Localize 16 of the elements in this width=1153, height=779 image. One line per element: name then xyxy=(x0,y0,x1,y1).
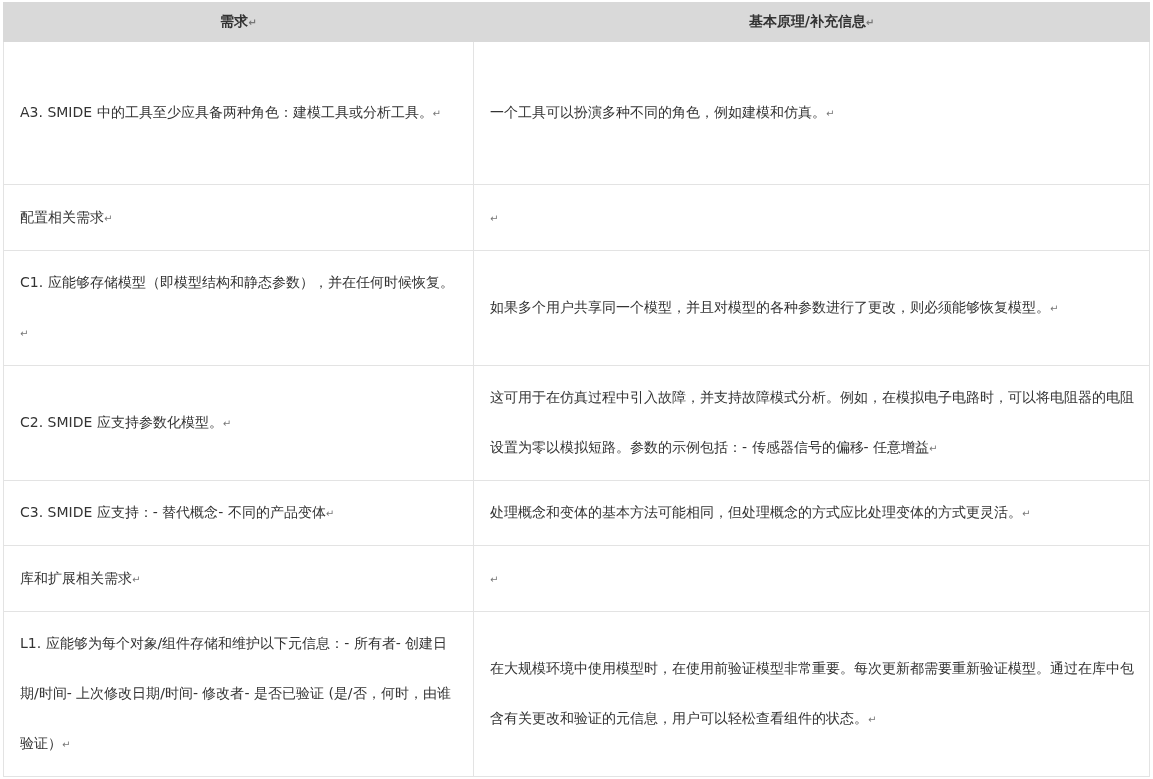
table-cell: A3. SMIDE 中的工具至少应具备两种角色：建模工具或分析工具。↵ xyxy=(3,41,474,185)
table-cell: C3. SMIDE 应支持：- 替代概念- 不同的产品变体↵ xyxy=(3,480,474,546)
table-cell: C1. 应能够存储模型（即模型结构和静态参数），并在任何时候恢复。 ↵ xyxy=(3,250,474,366)
table-cell: ↵ xyxy=(473,545,1150,612)
table-cell: 这可用于在仿真过程中引入故障，并支持故障模式分析。例如，在模拟电子电路时，可以将电阻器的电阻设置为零以模拟短路。参数的示例包括：- 传感器信号的偏移- 任意增益↵ xyxy=(473,365,1150,481)
column-header: 基本原理/补充信息↵ xyxy=(473,2,1150,42)
table-cell: 如果多个用户共享同一个模型，并且对模型的各种参数进行了更改，则必须能够恢复模型。↵ xyxy=(473,250,1150,366)
table-cell: 处理概念和变体的基本方法可能相同，但处理概念的方式应比处理变体的方式更灵活。↵ xyxy=(473,480,1150,546)
table-cell: ↵ xyxy=(473,184,1150,251)
table-cell: 在大规模环境中使用模型时，在使用前验证模型非常重要。每次更新都需要重新验证模型。通过在库中包含有关更改和验证的元信息，用户可以轻松查看组件的状态。↵ xyxy=(473,611,1150,777)
column-header: 需求↵ xyxy=(3,2,474,42)
table-cell: L1. 应能够为每个对象/组件存储和维护以下元信息：- 所有者- 创建日期/时间- 上次修改日期/时间- 修改者- 是否已验证 (是/否，何时，由谁验证）↵ xyxy=(3,611,474,777)
table-cell: 一个工具可以扮演多种不同的角色，例如建模和仿真。↵ xyxy=(473,41,1150,185)
table-cell: 库和扩展相关需求↵ xyxy=(3,545,474,612)
table-cell: C2. SMIDE 应支持参数化模型。↵ xyxy=(3,365,474,481)
table-cell: 配置相关需求↵ xyxy=(3,184,474,251)
